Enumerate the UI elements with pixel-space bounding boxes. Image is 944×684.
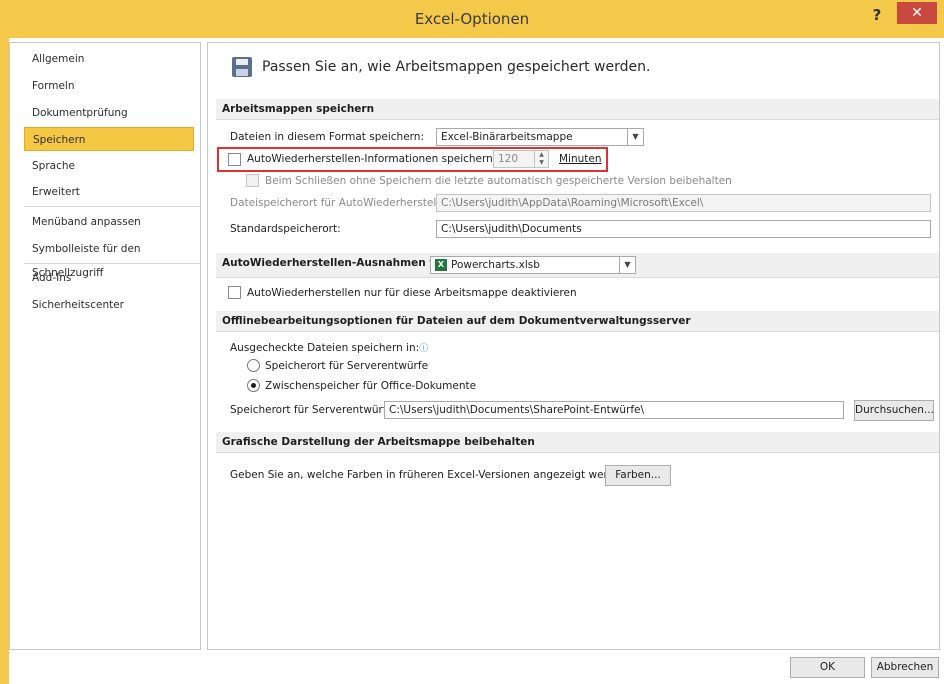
format-select-value: Excel-Binärarbeitsmappe	[441, 131, 573, 143]
nav-item-allgemein[interactable]: Allgemein	[24, 47, 194, 71]
dialog-client: Allgemein Formeln Dokumentprüfung Speich…	[9, 38, 944, 684]
nav-item-schnellzugriff[interactable]: Symbolleiste für den Schnellzugriff	[24, 237, 194, 279]
autorecover-location-label: Dateispeicherort für AutoWiederherstelle…	[230, 197, 456, 209]
radio-server-drafts[interactable]	[247, 359, 260, 372]
autorecover-minutes-spinner[interactable]: 120 ▲ ▼	[493, 150, 549, 168]
format-select[interactable]: Excel-Binärarbeitsmappe ▼	[436, 128, 644, 146]
info-icon[interactable]: ⓘ	[419, 344, 428, 354]
exceptions-workbook-value: Powercharts.xlsb	[451, 259, 540, 271]
colors-button[interactable]: Farben...	[605, 465, 671, 486]
radio-office-cache[interactable]	[247, 379, 260, 392]
autorecover-label: AutoWiederherstellen-Informationen speic…	[247, 153, 515, 165]
nav-item-menueband[interactable]: Menüband anpassen	[24, 210, 194, 234]
category-nav: Allgemein Formeln Dokumentprüfung Speich…	[9, 42, 201, 650]
default-location-label: Standardspeicherort:	[230, 223, 341, 235]
nav-item-speichern[interactable]: Speichern	[24, 127, 194, 151]
autorecover-minutes-value: 120	[498, 153, 519, 165]
checked-out-label: Ausgecheckte Dateien speichern in:ⓘ	[230, 342, 429, 354]
nav-item-erweitert[interactable]: Erweitert	[24, 180, 194, 204]
nav-item-sprache[interactable]: Sprache	[24, 154, 194, 178]
save-disk-icon	[232, 57, 252, 77]
help-button[interactable]: ?	[866, 4, 888, 26]
spinner-arrows-icon[interactable]: ▲ ▼	[534, 151, 548, 167]
title-bar: Excel-Optionen ? ✕	[0, 0, 944, 38]
browse-button[interactable]: Durchsuchen...	[854, 400, 934, 421]
default-location-field[interactable]: C:\Users\judith\Documents	[436, 220, 931, 238]
autorecover-checkbox[interactable]	[228, 153, 241, 166]
exceptions-workbook-select[interactable]: X Powercharts.xlsb ▼	[430, 256, 636, 274]
chevron-down-icon: ▼	[627, 129, 643, 145]
section-header-save: Arbeitsmappen speichern	[216, 99, 939, 120]
excel-options-window: Excel-Optionen ? ✕ Allgemein Formeln Dok…	[0, 0, 944, 684]
server-drafts-location-label: Speicherort für Serverentwürfe:	[230, 404, 397, 416]
disable-autorecover-label: AutoWiederherstellen nur für diese Arbei…	[247, 287, 577, 299]
nav-divider	[24, 263, 200, 264]
section-header-visual: Grafische Darstellung der Arbeitsmappe b…	[216, 432, 939, 453]
nav-item-add-ins[interactable]: Add-Ins	[24, 266, 194, 290]
disable-autorecover-checkbox[interactable]	[228, 286, 241, 299]
page-title: Passen Sie an, wie Arbeitsmappen gespeic…	[262, 59, 651, 75]
nav-item-dokumentpruefung[interactable]: Dokumentprüfung	[24, 101, 194, 125]
exceptions-label: AutoWiederherstellen-Ausnahmen für:	[222, 257, 451, 269]
server-drafts-location-field[interactable]: C:\Users\judith\Documents\SharePoint-Ent…	[384, 401, 844, 419]
colors-label: Geben Sie an, welche Farben in früheren …	[230, 468, 640, 481]
chevron-down-icon: ▼	[619, 257, 635, 273]
minutes-label: Minuten	[559, 153, 602, 165]
ok-button[interactable]: OK	[790, 657, 865, 678]
excel-icon: X	[435, 259, 447, 271]
nav-item-sicherheitscenter[interactable]: Sicherheitscenter	[24, 293, 194, 317]
section-header-offline: Offlinebearbeitungsoptionen für Dateien …	[216, 311, 939, 332]
window-title: Excel-Optionen	[414, 10, 530, 28]
autorecover-location-field[interactable]: C:\Users\judith\AppData\Roaming\Microsof…	[436, 194, 931, 212]
cancel-button[interactable]: Abbrechen	[871, 657, 939, 678]
keep-last-version-label: Beim Schließen ohne Speichern die letzte…	[265, 175, 732, 187]
radio-server-drafts-label: Speicherort für Serverentwürfe	[265, 360, 429, 372]
close-button[interactable]: ✕	[897, 2, 937, 24]
options-panel: Passen Sie an, wie Arbeitsmappen gespeic…	[207, 42, 940, 650]
nav-divider	[24, 206, 200, 207]
radio-office-cache-label: Zwischenspeicher für Office-Dokumente	[265, 380, 477, 392]
nav-item-formeln[interactable]: Formeln	[24, 74, 194, 98]
keep-last-version-checkbox[interactable]	[246, 174, 259, 187]
format-label: Dateien in diesem Format speichern:	[230, 131, 424, 143]
